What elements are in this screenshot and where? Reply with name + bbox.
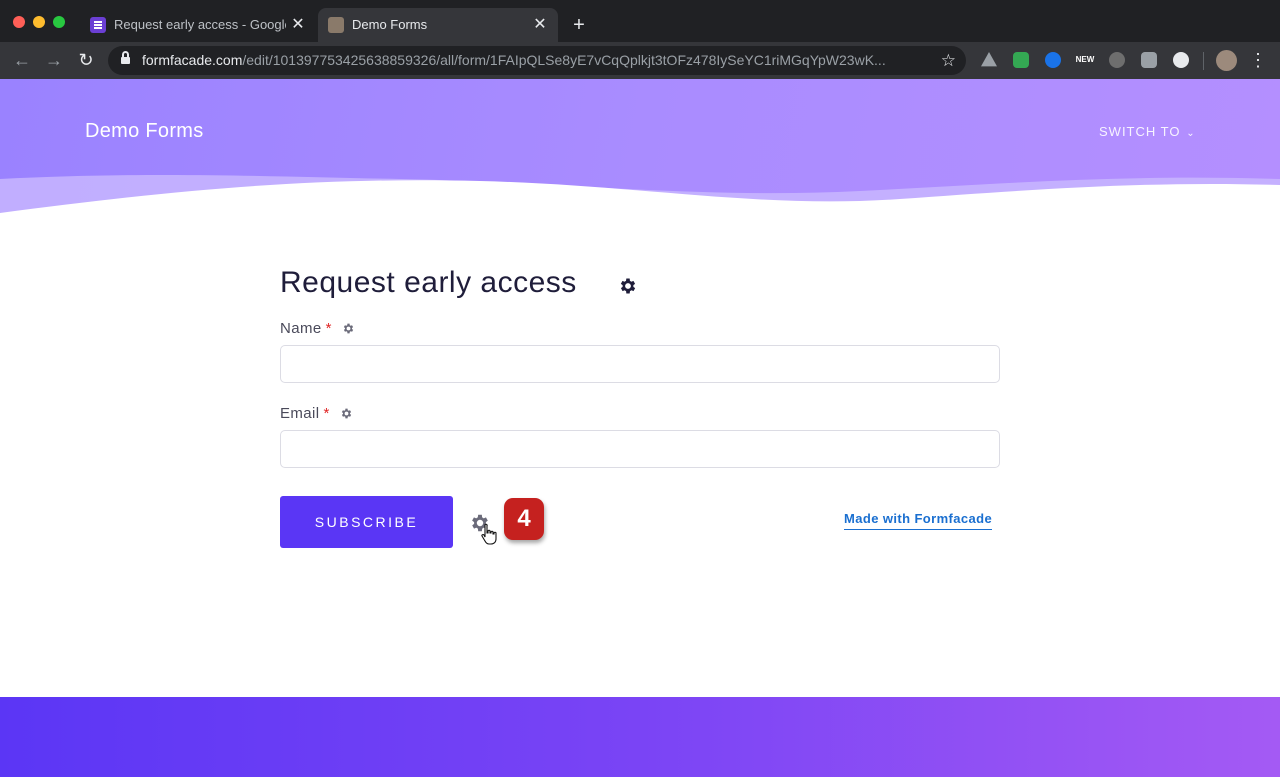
page-header: Demo Forms SWITCH TO ⌄ <box>0 79 1280 229</box>
url-host: formfacade.com <box>142 52 243 68</box>
chat-extension-icon[interactable] <box>1141 52 1157 68</box>
new-extension-icon[interactable]: NEW <box>1075 52 1095 68</box>
window-zoom-button[interactable] <box>53 16 65 28</box>
subscribe-button[interactable]: SUBSCRIBE <box>280 496 453 548</box>
google-forms-icon <box>90 17 106 33</box>
profile-avatar[interactable] <box>1216 50 1237 71</box>
reload-icon[interactable]: ↻ <box>75 49 97 71</box>
made-with-formfacade-link[interactable]: Made with Formfacade <box>844 511 993 530</box>
email-settings-gear-icon[interactable] <box>340 407 353 420</box>
compass-extension-icon[interactable] <box>1045 52 1061 68</box>
name-settings-gear-icon[interactable] <box>342 322 355 335</box>
url-path: /edit/101397753425638859326/all/form/1FA… <box>242 52 886 68</box>
close-tab-icon[interactable]: ✕ <box>290 8 306 42</box>
required-asterisk: * <box>323 405 330 422</box>
form-title: Request early access <box>280 266 577 299</box>
tab-google-forms[interactable]: Request early access - Google Forms ✕ <box>80 8 316 42</box>
name-input[interactable] <box>280 345 1000 383</box>
new-tab-button[interactable]: + <box>568 8 590 42</box>
circle-extension-icon[interactable] <box>1173 52 1189 68</box>
email-label: Email * <box>280 405 330 422</box>
site-avatar-icon <box>328 17 344 33</box>
step-badge: 4 <box>504 498 544 540</box>
address-bar[interactable]: formfacade.com/edit/10139775342563885932… <box>108 46 966 75</box>
name-label: Name * <box>280 320 332 337</box>
toolbar-divider <box>1203 52 1204 70</box>
tab-title: Request early access - Google Forms <box>114 17 286 32</box>
email-field[interactable] <box>280 430 1000 468</box>
email-label-text: Email <box>280 405 320 422</box>
forward-arrow-icon[interactable]: → <box>43 49 65 71</box>
hand-pointer-cursor-icon <box>481 523 497 545</box>
tab-demo-forms[interactable]: Demo Forms ✕ <box>318 8 558 42</box>
chevron-down-icon: ⌄ <box>1182 128 1196 139</box>
switch-to-label: SWITCH TO <box>1099 124 1181 139</box>
required-asterisk: * <box>325 320 332 337</box>
window-minimize-button[interactable] <box>33 16 45 28</box>
wave-decoration <box>0 174 1280 229</box>
bookmark-star-icon[interactable]: ☆ <box>941 46 956 75</box>
brand-title[interactable]: Demo Forms <box>85 120 204 143</box>
lock-icon <box>121 51 130 65</box>
check-extension-icon[interactable] <box>1013 52 1029 68</box>
tab-title: Demo Forms <box>352 17 428 32</box>
back-arrow-icon[interactable]: ← <box>11 49 33 71</box>
drive-extension-icon[interactable] <box>981 52 997 67</box>
close-tab-icon[interactable]: ✕ <box>532 8 548 42</box>
page-footer <box>0 697 1280 777</box>
name-label-text: Name <box>280 320 322 337</box>
form-settings-gear-icon[interactable] <box>618 276 638 296</box>
browser-toolbar: ← → ↻ formfacade.com/edit/10139775342563… <box>0 42 1280 79</box>
u-extension-icon[interactable] <box>1109 52 1125 68</box>
browser-window: Request early access - Google Forms ✕ De… <box>0 0 1280 777</box>
url-text[interactable]: formfacade.com/edit/10139775342563885932… <box>142 46 928 75</box>
switch-to-menu[interactable]: SWITCH TO ⌄ <box>1099 124 1196 139</box>
tab-strip: Request early access - Google Forms ✕ De… <box>0 0 1280 42</box>
window-close-button[interactable] <box>13 16 25 28</box>
kebab-menu-icon[interactable]: ⋮ <box>1249 49 1267 71</box>
